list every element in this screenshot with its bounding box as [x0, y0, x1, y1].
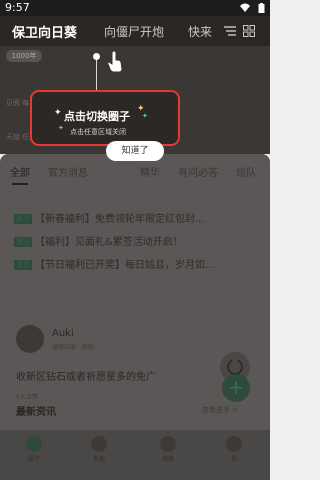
filter-icon[interactable] [224, 25, 237, 37]
notice-text: 【新春福利】免费领轮年限定红包封... [35, 214, 205, 225]
nav-circle[interactable]: 圈子 [14, 436, 54, 463]
nav-label: 圈子 [27, 456, 40, 463]
notice-text: 【福利】见面礼&累签活动开启！ [35, 237, 183, 248]
guide-subtitle: 点击任意区域关闭 [70, 128, 126, 136]
guide-pointer-dot [93, 53, 100, 60]
status-time: 9:57 [5, 1, 30, 14]
grid-menu-icon[interactable] [243, 25, 255, 37]
wifi-icon [240, 3, 250, 12]
post-content[interactable]: 收新区钻石或者祈愿星多的免广 [16, 368, 156, 383]
circle-title[interactable]: 保卫向日葵 [12, 22, 77, 41]
section-title: 最新资讯 [16, 407, 56, 418]
top-header: 保卫向日葵 向僵尸开炮 快来 [0, 16, 270, 46]
notice-row[interactable]: 置顶 【节日福利已开奖】每日姑且，岁月如... [14, 256, 264, 271]
sparkle-icon: ✦ [58, 124, 64, 132]
nav-label: 消息 [161, 456, 174, 463]
guide-title: 点击切换圈子 [64, 110, 130, 123]
tab-essence[interactable]: 精华 [140, 164, 160, 179]
notice-row[interactable]: 置顶 【新春福利】免费领轮年限定红包封... [14, 210, 264, 225]
discover-nav-icon [91, 436, 107, 452]
pinned-badge: 置顶 [14, 260, 32, 270]
nav-label: 发现 [92, 456, 105, 463]
nav-me[interactable]: 我 [214, 436, 254, 463]
nav-messages[interactable]: 消息 [148, 436, 188, 463]
tab-team[interactable]: 组队 [236, 164, 256, 179]
nav-discover[interactable]: 发现 [79, 436, 119, 463]
profile-nav-icon [226, 436, 242, 452]
tap-hand-icon [107, 51, 123, 73]
banner-pill: 1000年 [6, 50, 42, 62]
post-likes: 5人点赞 [16, 394, 38, 401]
section-more-link[interactable]: 查看更多 > [202, 405, 238, 415]
status-bar: 9:57 [0, 0, 270, 16]
post-meta: 游戏玩家 · 刚刚 [52, 344, 94, 351]
tab-all[interactable]: 全部 [10, 164, 30, 179]
circle-nav-icon [26, 436, 42, 452]
tab-indicator [12, 183, 28, 185]
avatar[interactable] [16, 325, 44, 353]
tab-official[interactable]: 官方消息 [48, 164, 88, 179]
circle-tab-3[interactable]: 快来 [188, 23, 212, 40]
post-author[interactable]: Auki [52, 328, 74, 339]
pinned-badge: 置顶 [14, 214, 32, 224]
circle-tab-2[interactable]: 向僵尸开炮 [104, 23, 164, 40]
notice-row[interactable]: 置顶 【福利】见面礼&累签活动开启！ [14, 233, 264, 248]
create-post-button[interactable]: + [222, 374, 250, 402]
nav-label: 我 [230, 456, 237, 463]
feed-tabs: 全部 官方消息 精华 有问必答 组队 [10, 164, 270, 182]
bottom-nav: 圈子 发现 消息 我 [0, 430, 270, 480]
got-it-button[interactable]: 知道了 [106, 141, 164, 161]
sparkle-icon: ✦ [142, 112, 148, 120]
pinned-badge: 置顶 [14, 237, 32, 247]
sparkle-icon: ✦ [54, 108, 62, 118]
message-nav-icon [160, 436, 176, 452]
guide-pointer-line [96, 56, 97, 90]
battery-icon [258, 3, 265, 13]
notice-text: 【节日福利已开奖】每日姑且，岁月如... [35, 260, 215, 271]
tab-qa[interactable]: 有问必答 [178, 164, 218, 179]
